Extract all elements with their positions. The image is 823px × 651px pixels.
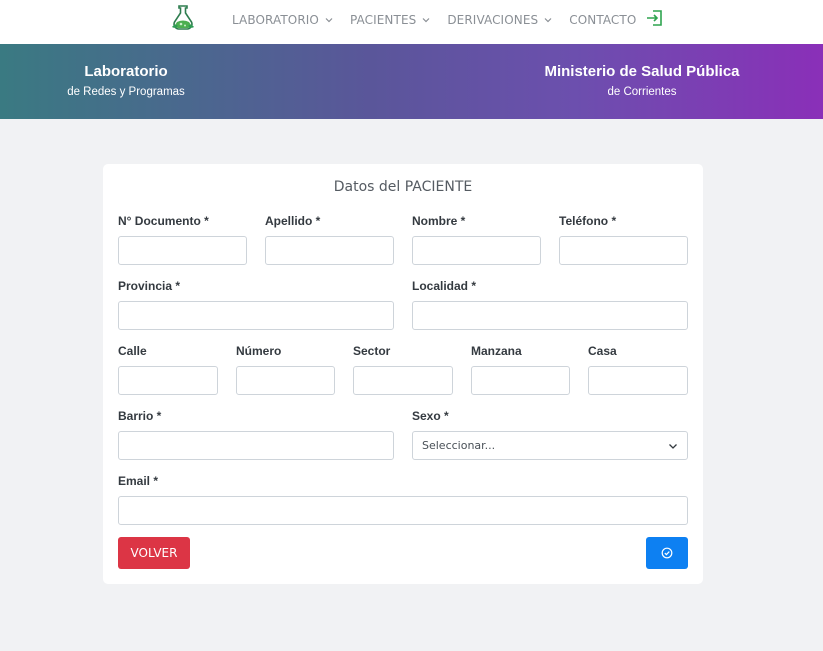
top-navbar: LABORATORIO PACIENTES DERIVACIONES CONTA…: [0, 0, 823, 44]
chevron-down-icon: [669, 443, 677, 449]
check-circle-icon: [661, 547, 673, 559]
logout-icon[interactable]: [646, 9, 664, 27]
numero-label: Número: [236, 344, 282, 358]
sexo-label: Sexo *: [412, 409, 449, 423]
localidad-label: Localidad *: [412, 279, 477, 293]
barrio-input[interactable]: [118, 431, 394, 460]
nombre-input[interactable]: [412, 236, 541, 265]
sector-label: Sector: [353, 344, 391, 358]
nav-item-pacientes[interactable]: PACIENTES: [350, 13, 431, 27]
chevron-down-icon: [325, 18, 333, 23]
nav-item-label: CONTACTO: [569, 13, 637, 27]
sexo-select[interactable]: Seleccionar...: [412, 431, 688, 460]
patient-form-card: Datos del PACIENTE N° Documento * Apelli…: [103, 164, 703, 584]
manzana-label: Manzana: [471, 344, 522, 358]
banner-ministry: Ministerio de Salud Pública de Corriente…: [520, 62, 764, 100]
nav-item-label: DERIVACIONES: [447, 13, 539, 27]
calle-label: Calle: [118, 344, 147, 358]
numero-input[interactable]: [236, 366, 335, 395]
documento-label: N° Documento *: [118, 214, 209, 228]
banner-ministry-title: Ministerio de Salud Pública: [544, 63, 740, 80]
calle-input[interactable]: [118, 366, 218, 395]
nav-item-contacto[interactable]: CONTACTO: [569, 13, 636, 27]
email-label: Email *: [118, 474, 159, 488]
provincia-input[interactable]: [118, 301, 394, 330]
barrio-label: Barrio *: [118, 409, 162, 423]
back-button[interactable]: VOLVER: [118, 537, 190, 569]
chevron-down-icon: [422, 18, 430, 23]
telefono-label: Teléfono *: [559, 214, 617, 228]
sexo-selected-value: Seleccionar...: [422, 439, 496, 452]
casa-label: Casa: [588, 344, 617, 358]
header-banner: Laboratorio de Redes y Programas Ministe…: [0, 44, 823, 119]
telefono-input[interactable]: [559, 236, 688, 265]
provincia-label: Provincia *: [118, 279, 181, 293]
documento-input[interactable]: [118, 236, 247, 265]
banner-lab-title: Laboratorio: [84, 63, 168, 80]
banner-lab-subtitle: de Redes y Programas: [67, 86, 185, 98]
localidad-input[interactable]: [412, 301, 688, 330]
nav-menu: LABORATORIO PACIENTES DERIVACIONES CONTA…: [232, 0, 664, 40]
nav-item-derivaciones[interactable]: DERIVACIONES: [447, 13, 553, 27]
apellido-input[interactable]: [265, 236, 394, 265]
nav-item-laboratorio[interactable]: LABORATORIO: [232, 13, 334, 27]
manzana-input[interactable]: [471, 366, 570, 395]
nav-item-label: PACIENTES: [349, 13, 417, 27]
nombre-label: Nombre *: [412, 214, 466, 228]
chevron-down-icon: [544, 18, 552, 23]
banner-ministry-subtitle: de Corrientes: [607, 86, 677, 98]
sector-input[interactable]: [353, 366, 453, 395]
banner-lab: Laboratorio de Redes y Programas: [46, 62, 206, 100]
email-input[interactable]: [118, 496, 688, 525]
form-title: Datos del PACIENTE: [333, 179, 473, 195]
casa-input[interactable]: [588, 366, 688, 395]
submit-button[interactable]: [646, 537, 688, 569]
apellido-label: Apellido *: [265, 214, 321, 228]
flask-icon[interactable]: [168, 3, 198, 33]
nav-item-label: LABORATORIO: [232, 13, 319, 27]
back-button-label: VOLVER: [130, 546, 178, 560]
